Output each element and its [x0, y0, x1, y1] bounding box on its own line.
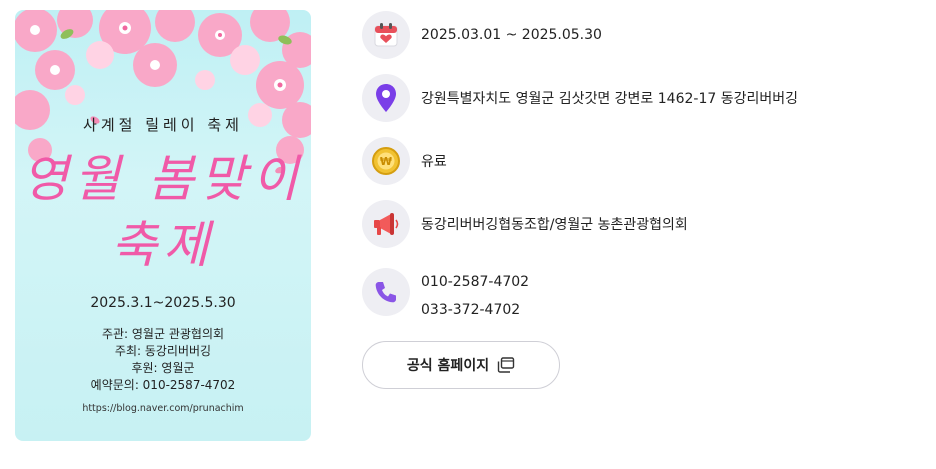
info-organizer: 동강리버버깅협동조합/영월군 농촌관광협의회 — [362, 200, 688, 248]
poster-title: 영월 봄맞이 축제 — [15, 146, 311, 278]
organizer-text: 동강리버버깅협동조합/영월군 농촌관광협의회 — [421, 217, 688, 233]
map-pin-icon — [362, 74, 410, 122]
poster-dates: 2025.3.1~2025.5.30 — [90, 295, 236, 311]
poster-title-line2: 축제 — [111, 216, 215, 274]
poster-organizer: 주관: 영월군 관광협의회 — [101, 327, 225, 341]
official-homepage-button[interactable]: 공식 홈페이지 — [362, 341, 560, 389]
phone-icon — [362, 268, 410, 316]
new-window-icon — [497, 357, 515, 373]
megaphone-icon — [362, 200, 410, 248]
coin-icon: ₩ — [362, 137, 410, 185]
phone-number-1[interactable]: 010-2587-4702 — [421, 268, 529, 296]
fee-text: 유료 — [421, 154, 447, 170]
address-text: 강원특별자치도 영월군 김삿갓면 강변로 1462-17 동강리버버깅 — [421, 91, 798, 107]
phone-numbers: 010-2587-4702 033-372-4702 — [421, 268, 529, 324]
info-address: 강원특별자치도 영월군 김삿갓면 강변로 1462-17 동강리버버깅 — [362, 74, 798, 122]
poster-sponsor: 후원: 영월군 — [131, 361, 195, 375]
info-fee: ₩ 유료 — [362, 137, 447, 185]
calendar-heart-icon — [362, 11, 410, 59]
poster-reservation: 예약문의: 010-2587-4702 — [90, 378, 236, 392]
phone-number-2[interactable]: 033-372-4702 — [421, 296, 529, 324]
poster-host: 주최: 동강리버버깅 — [114, 344, 212, 358]
info-period: 2025.03.01 ~ 2025.05.30 — [362, 11, 602, 59]
poster-title-line1: 영월 봄맞이 — [22, 150, 304, 208]
festival-poster: 사계절 릴레이 축제 영월 봄맞이 축제 2025.3.1~2025.5.30 … — [15, 10, 311, 441]
poster-url: https://blog.naver.com/prunachim — [82, 403, 244, 414]
poster-credits: 주관: 영월군 관광협의회 주최: 동강리버버깅 후원: 영월군 예약문의: 0… — [15, 326, 311, 394]
period-text: 2025.03.01 ~ 2025.05.30 — [421, 27, 602, 43]
info-phone — [362, 268, 410, 316]
official-homepage-label: 공식 홈페이지 — [406, 358, 490, 374]
svg-text:₩: ₩ — [380, 155, 392, 168]
poster-subtitle: 사계절 릴레이 축제 — [83, 116, 243, 134]
